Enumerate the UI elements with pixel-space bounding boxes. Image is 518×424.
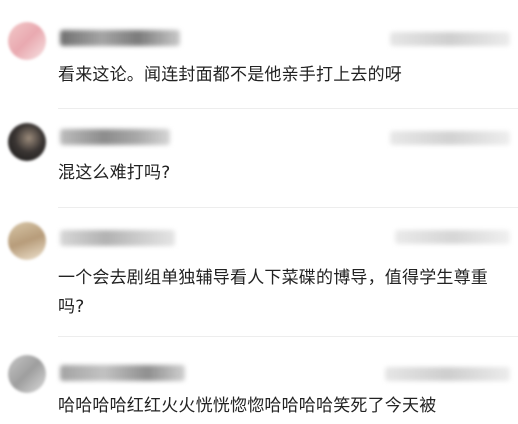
username[interactable]	[60, 129, 170, 145]
comment-meta	[390, 32, 510, 46]
avatar[interactable]	[8, 222, 46, 260]
comment-meta	[395, 230, 510, 244]
comment-text: 一个会去剧组单独辅导看人下菜碟的博导，值得学生尊重吗?	[58, 268, 488, 317]
comment-feed: 看来这论。闻连封面都不是他亲手打上去的呀 混这么难打吗? 一个会去剧组单独辅导看…	[0, 0, 518, 424]
username[interactable]	[60, 30, 180, 46]
comment-item[interactable]: 哈哈哈哈红红火火恍恍惚惚哈哈哈哈笑死了今天被	[0, 337, 518, 424]
avatar[interactable]	[8, 123, 46, 161]
username[interactable]	[60, 230, 175, 246]
comment-text: 看来这论。闻连封面都不是他亲手打上去的呀	[58, 65, 402, 85]
comment-text: 混这么难打吗?	[58, 163, 171, 183]
comment-item[interactable]: 一个会去剧组单独辅导看人下菜碟的博导，值得学生尊重吗?	[0, 208, 518, 336]
comment-meta	[390, 131, 510, 145]
comment-item[interactable]: 看来这论。闻连封面都不是他亲手打上去的呀	[0, 0, 518, 108]
avatar[interactable]	[8, 355, 46, 393]
comment-text: 哈哈哈哈红红火火恍恍惚惚哈哈哈哈笑死了今天被	[58, 396, 437, 416]
comment-meta	[385, 367, 510, 381]
avatar[interactable]	[8, 22, 46, 60]
comment-item[interactable]: 混这么难打吗?	[0, 109, 518, 207]
username[interactable]	[60, 365, 185, 381]
